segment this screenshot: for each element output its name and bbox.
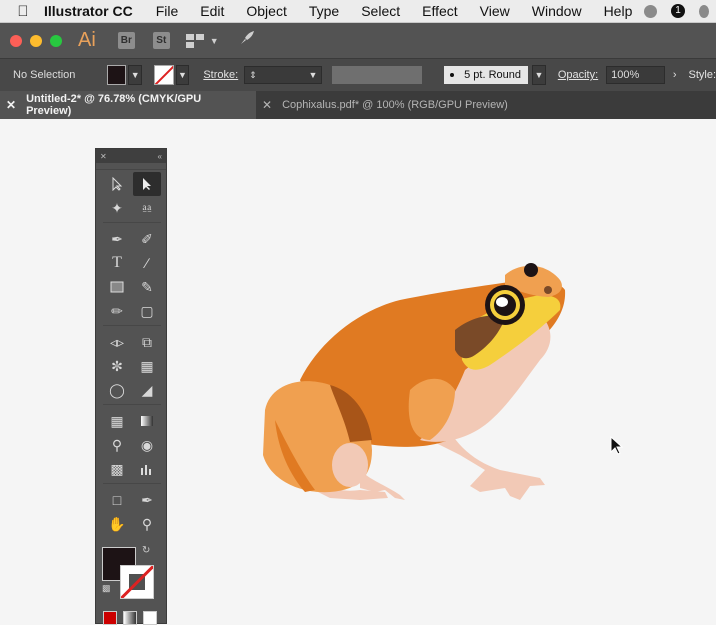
perspective-grid-tool-icon[interactable]: ◢ [133, 378, 161, 402]
hand-tool-icon[interactable]: ✋ [103, 512, 131, 536]
stroke-label[interactable]: Stroke: [203, 69, 238, 81]
eyedropper-tool-icon[interactable]: ⚲ [103, 433, 131, 457]
bridge-button[interactable]: Br [117, 32, 135, 49]
collapse-icon[interactable]: « [158, 152, 162, 161]
blend-tool-icon[interactable]: ◉ [133, 433, 161, 457]
warp-tool-icon[interactable]: ✼ [103, 354, 131, 378]
eraser-tool-icon[interactable]: ▢ [133, 299, 161, 323]
stepper-icon[interactable]: ⇕ [249, 70, 257, 81]
style-label[interactable]: Style: [688, 69, 716, 81]
menu-window[interactable]: Window [532, 3, 582, 19]
none-mode-icon[interactable] [143, 611, 157, 625]
opacity-label[interactable]: Opacity: [558, 69, 598, 81]
arrange-documents-icon[interactable]: ▼ [185, 33, 219, 48]
selection-status: No Selection [13, 69, 76, 81]
mac-menu-bar:  Illustrator CC File Edit Object Type S… [0, 0, 716, 23]
brush-dropdown[interactable]: ▼ [532, 65, 546, 85]
chevron-down-icon[interactable]: ▼ [309, 70, 318, 80]
swap-colors-icon[interactable]: ↻ [142, 545, 150, 556]
rectangle-tool-icon[interactable] [103, 275, 131, 299]
stroke-swatch[interactable] [154, 65, 174, 85]
line-tool-icon[interactable]: ∕ [133, 251, 161, 275]
minimize-window-button[interactable] [30, 34, 42, 47]
maximize-window-button[interactable] [50, 34, 62, 47]
document-tabs: ✕ Untitled-2* @ 76.78% (CMYK/GPU Preview… [0, 91, 716, 119]
pencil-tool-icon[interactable]: ✏ [103, 299, 131, 323]
menu-edit[interactable]: Edit [200, 3, 224, 19]
chevron-right-icon[interactable]: › [673, 69, 677, 81]
opacity-field[interactable]: 100% [606, 66, 665, 84]
close-icon[interactable]: ✕ [100, 152, 107, 161]
application-bar: Ai Br St ▼ [0, 23, 716, 58]
variable-width-profile[interactable] [332, 66, 423, 84]
magic-wand-tool-icon[interactable]: ✦ [103, 196, 131, 220]
scale-tool-icon[interactable]: ⧉ [133, 330, 161, 354]
paintbrush-tool-icon[interactable]: ✎ [133, 275, 161, 299]
tab-untitled-2[interactable]: ✕ Untitled-2* @ 76.78% (CMYK/GPU Preview… [0, 91, 256, 119]
brush-dot-icon [450, 73, 455, 77]
mouse-cursor-icon [610, 436, 624, 455]
menu-effect[interactable]: Effect [422, 3, 458, 19]
color-mode-icon[interactable] [103, 611, 117, 625]
pen-tool-icon[interactable]: ✒ [103, 227, 131, 251]
app-menu[interactable]: Illustrator CC [44, 3, 133, 19]
symbol-sprayer-tool-icon[interactable]: ▩ [103, 457, 131, 481]
stock-button[interactable]: St [152, 32, 170, 49]
selection-tool-icon[interactable] [103, 172, 131, 196]
rocket-icon[interactable] [239, 30, 255, 51]
menu-help[interactable]: Help [604, 3, 633, 19]
close-window-button[interactable] [10, 34, 22, 47]
chevron-down-icon: ▼ [209, 35, 219, 46]
default-colors-icon[interactable]: ▩ [102, 583, 111, 594]
free-transform-tool-icon[interactable]: ▦ [133, 354, 161, 378]
illustrator-logo: Ai [78, 29, 96, 51]
stroke-color-box[interactable] [120, 565, 154, 599]
close-icon[interactable]: ✕ [6, 98, 16, 112]
notification-badge-icon[interactable]: 1 [671, 4, 685, 18]
lasso-tool-icon[interactable]: ⎂ [133, 196, 161, 220]
menu-view[interactable]: View [480, 3, 510, 19]
tools-panel: ✕ « ✦ ⎂ ✒ ✐ T ∕ ✎ ✏ ▢ ◃▹ ⧉ ✼ ▦ ◯ ◢ ▦ ⚲ ◉… [95, 148, 167, 625]
fill-stroke-swatches: ↻ ▩ [102, 545, 158, 601]
type-tool-icon[interactable]: T [103, 251, 131, 275]
mesh-tool-icon[interactable]: ▦ [103, 409, 131, 433]
close-icon[interactable]: ✕ [262, 98, 272, 112]
fill-dropdown[interactable]: ▼ [128, 65, 143, 85]
shape-builder-tool-icon[interactable]: ◯ [103, 378, 131, 402]
menu-file[interactable]: File [156, 3, 179, 19]
zoom-tool-icon[interactable]: ⚲ [133, 512, 161, 536]
stroke-weight-field[interactable]: ⇕ ▼ [244, 66, 323, 84]
column-graph-tool-icon[interactable] [133, 457, 161, 481]
tab-label: Untitled-2* @ 76.78% (CMYK/GPU Preview) [26, 93, 202, 117]
menu-object[interactable]: Object [246, 3, 286, 19]
gradient-tool-icon[interactable] [133, 409, 161, 433]
menubar-extra-icon[interactable] [699, 4, 709, 18]
menu-select[interactable]: Select [361, 3, 400, 19]
reflect-tool-icon[interactable]: ◃▹ [103, 330, 131, 354]
stroke-dropdown[interactable]: ▼ [175, 65, 190, 85]
control-bar: No Selection ▼ ▼ Stroke: ⇕ ▼ 5 pt. Round… [0, 58, 716, 91]
menu-type[interactable]: Type [309, 3, 339, 19]
tools-panel-header[interactable]: ✕ « [96, 149, 166, 163]
brush-definition[interactable]: 5 pt. Round [444, 66, 529, 84]
slice-tool-icon[interactable]: ✒ [133, 488, 161, 512]
brush-label: 5 pt. Round [464, 69, 521, 81]
color-mode-row [103, 611, 157, 625]
artboard-tool-icon[interactable]: □ [103, 488, 131, 512]
menubar-status-icon[interactable] [644, 4, 657, 18]
tab-label: Cophixalus.pdf* @ 100% (RGB/GPU Preview) [282, 99, 508, 111]
direct-selection-tool-icon[interactable] [133, 172, 161, 196]
apple-icon[interactable]:  [8, 3, 38, 20]
curvature-tool-icon[interactable]: ✐ [133, 227, 161, 251]
tab-cophixalus[interactable]: ✕ Cophixalus.pdf* @ 100% (RGB/GPU Previe… [256, 91, 518, 119]
gradient-mode-icon[interactable] [123, 611, 137, 625]
fill-swatch[interactable] [106, 65, 127, 85]
tools-grid: ✦ ⎂ ✒ ✐ T ∕ ✎ ✏ ▢ ◃▹ ⧉ ✼ ▦ ◯ ◢ ▦ ⚲ ◉ ▩ □… [96, 170, 166, 536]
panel-grip[interactable] [96, 163, 166, 170]
